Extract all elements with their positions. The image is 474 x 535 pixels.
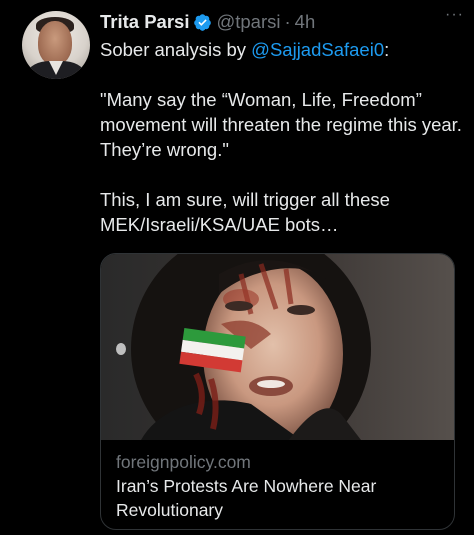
link-title[interactable]: Iran’s Protests Are Nowhere Near Revolut… bbox=[116, 474, 442, 522]
tweet-header: Trita Parsi @tparsi · 4h bbox=[100, 9, 464, 35]
link-preview-card[interactable]: foreignpolicy.com Iran’s Protests Are No… bbox=[100, 253, 455, 530]
link-domain: foreignpolicy.com bbox=[116, 452, 251, 472]
protester-photo-image bbox=[101, 254, 454, 440]
separator-dot: · bbox=[284, 11, 291, 32]
tweet-quote: "Many say the “Woman, Life, Freedom” mov… bbox=[100, 89, 462, 160]
more-options-icon[interactable]: ··· bbox=[445, 7, 464, 23]
mention-link[interactable]: @SajjadSafaei0 bbox=[251, 39, 384, 60]
author-avatar[interactable] bbox=[22, 11, 90, 79]
verified-badge-icon bbox=[194, 13, 212, 31]
intro-prefix: Sober analysis by bbox=[100, 39, 252, 60]
intro-suffix: : bbox=[384, 39, 390, 60]
author-name[interactable]: Trita Parsi bbox=[100, 11, 189, 33]
tweet-comment: This, I am sure, will trigger all these … bbox=[100, 189, 390, 235]
author-handle[interactable]: @tparsi bbox=[216, 11, 280, 33]
tweet-intro: Sober analysis by @SajjadSafaei0: bbox=[100, 37, 465, 62]
avatar-face bbox=[38, 21, 72, 65]
tweet-timestamp[interactable]: 4h bbox=[295, 11, 316, 33]
tweet-text: Sober analysis by @SajjadSafaei0: "Many … bbox=[100, 37, 465, 237]
link-card-meta: foreignpolicy.com Iran’s Protests Are No… bbox=[116, 450, 442, 522]
